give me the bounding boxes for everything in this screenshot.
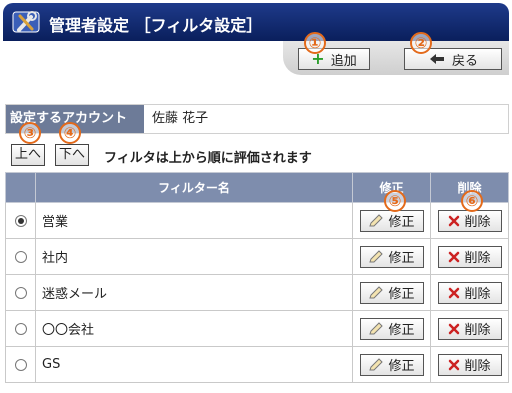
edit-button[interactable]: 修正 [359,317,424,340]
page-title: 管理者設定 ［フィルタ設定］ [49,16,263,35]
account-value: 佐藤 花子 [152,111,209,126]
delete-label: 削除 [464,359,491,374]
edit-cell: 修正 [352,238,431,275]
annotation-6: ⑥ [461,190,483,212]
table-row: 〇〇会社 修正 削除 [5,310,509,347]
annotation-4: ④ [59,122,81,144]
delete-button[interactable]: 削除 [437,353,502,376]
delete-label: 削除 [464,215,491,230]
edit-button[interactable]: 修正 [359,281,424,304]
edit-cell: 修正 [352,310,431,347]
header-filter-name: フィルター名 [35,172,353,203]
pencil-icon [369,249,384,262]
edit-cell: 修正 [352,346,431,383]
add-button-label: 追加 [330,53,357,69]
delete-button[interactable]: 削除 [437,317,502,340]
delete-cell: 削除 [430,238,509,275]
filter-radio[interactable] [14,286,27,299]
annotation-1: ① [304,32,326,54]
annotation-2: ② [410,32,432,54]
title-bar: 管理者設定 ［フィルタ設定］ [3,3,509,41]
delete-label: 削除 [464,287,491,302]
table-header-row: フィルター名 修正 削除 [5,172,509,203]
filter-name: 〇〇会社 [35,310,353,347]
delete-button[interactable]: 削除 [437,245,502,268]
delete-x-icon [449,215,460,226]
delete-label: 削除 [464,323,491,338]
edit-cell: 修正 [352,274,431,311]
delete-button[interactable]: 削除 [437,209,502,232]
filter-radio[interactable] [14,214,27,227]
tools-icon [12,11,40,33]
edit-label: 修正 [388,251,415,266]
back-arrow-icon [429,54,444,64]
move-up-button[interactable]: 上へ [11,144,46,166]
delete-cell: 削除 [430,346,509,383]
table-row: 営業 修正 削除 [5,202,509,239]
edit-button[interactable]: 修正 [359,353,424,376]
edit-label: 修正 [388,323,415,338]
edit-label: 修正 [388,287,415,302]
select-cell [5,202,36,239]
select-cell [5,274,36,311]
filter-name: GS [35,346,353,383]
edit-label: 修正 [388,215,415,230]
pencil-icon [369,321,384,334]
annotation-5: ⑤ [384,190,406,212]
table-row: GS 修正 削除 [5,346,509,383]
order-hint: フィルタは上から順に評価されます [104,151,312,166]
header-select [5,172,36,203]
filter-radio[interactable] [14,322,27,335]
filter-name: 社内 [35,238,353,275]
delete-cell: 削除 [430,310,509,347]
filter-radio[interactable] [14,358,27,371]
back-button-label: 戻る [451,53,478,69]
edit-button[interactable]: 修正 [359,209,424,232]
select-cell [5,238,36,275]
edit-label: 修正 [388,359,415,374]
table-row: 迷惑メール 修正 削除 [5,274,509,311]
pencil-icon [369,213,384,226]
select-cell [5,310,36,347]
delete-button[interactable]: 削除 [437,281,502,304]
annotation-3: ③ [19,122,41,144]
move-down-button[interactable]: 下へ [55,144,90,166]
filter-radio[interactable] [14,250,27,263]
edit-button[interactable]: 修正 [359,245,424,268]
pencil-icon [369,285,384,298]
pencil-icon [369,357,384,370]
filter-name: 迷惑メール [35,274,353,311]
table-row: 社内 修正 削除 [5,238,509,275]
delete-cell: 削除 [430,274,509,311]
delete-x-icon [449,323,460,334]
filter-name: 営業 [35,202,353,239]
delete-x-icon [449,287,460,298]
delete-x-icon [449,359,460,370]
select-cell [5,346,36,383]
delete-label: 削除 [464,251,491,266]
delete-x-icon [449,251,460,262]
filter-table: フィルター名 修正 削除 営業 修正 削除 社内 修正 削除 迷惑メール 修正 … [5,172,509,383]
